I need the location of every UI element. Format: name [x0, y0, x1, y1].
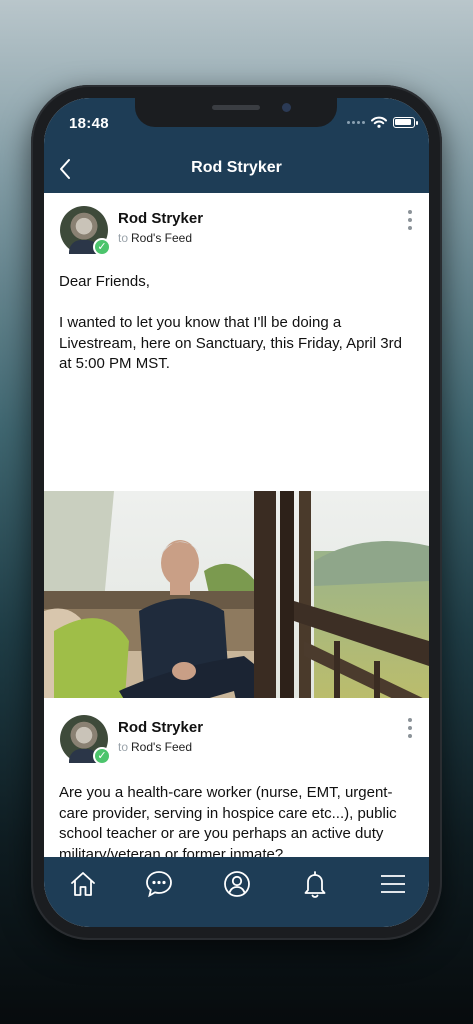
status-time: 18:48 [69, 115, 109, 132]
post-destination: to Rod's Feed [118, 231, 192, 245]
speaker [212, 105, 260, 110]
verified-badge-icon: ✓ [93, 238, 111, 256]
to-label: to [118, 231, 129, 245]
avatar[interactable]: ✓ [60, 715, 111, 765]
nav-messages[interactable] [144, 869, 174, 899]
post-card: ✓ Rod Stryker to Rod's Feed Are you a hea… [44, 698, 429, 857]
nav-menu[interactable] [378, 869, 408, 899]
post-destination: to Rod's Feed [118, 740, 192, 754]
post-text: Dear Friends, I wanted to let you know t… [59, 273, 402, 372]
nav-notifications[interactable] [300, 869, 330, 899]
to-label: to [118, 740, 129, 754]
nav-home[interactable] [68, 869, 98, 899]
feed-link[interactable]: Rod's Feed [131, 740, 192, 754]
status-icons [347, 116, 418, 128]
post-text: Are you a health-care worker (nurse, EMT… [59, 784, 397, 857]
more-options-button[interactable] [405, 210, 415, 230]
feed-link[interactable]: Rod's Feed [131, 231, 192, 245]
bottom-nav [44, 857, 429, 927]
verified-badge-icon: ✓ [93, 747, 111, 765]
chat-icon [146, 871, 172, 898]
notch [135, 98, 337, 127]
profile-icon [224, 871, 250, 897]
nav-profile[interactable] [222, 869, 252, 899]
wifi-icon [371, 116, 387, 128]
signal-icon [347, 120, 365, 124]
more-options-button[interactable] [405, 718, 415, 738]
app-screen: 18:48 Rod Stryker ✓ Rod Stryker to Rod's… [44, 98, 429, 927]
top-bar: 18:48 Rod Stryker [44, 98, 429, 193]
post-card: ✓ Rod Stryker to Rod's Feed Dear Friends,… [44, 193, 429, 785]
bell-icon [304, 871, 326, 898]
phone-frame: 18:48 Rod Stryker ✓ Rod Stryker to Rod's… [31, 85, 442, 940]
battery-icon [393, 116, 418, 128]
home-icon [71, 872, 95, 896]
menu-icon [381, 875, 405, 893]
avatar[interactable]: ✓ [60, 206, 111, 256]
camera [282, 103, 291, 112]
post-author[interactable]: Rod Stryker [118, 210, 203, 227]
post-author[interactable]: Rod Stryker [118, 719, 203, 736]
page-title: Rod Stryker [191, 159, 282, 176]
feed[interactable]: ✓ Rod Stryker to Rod's Feed Dear Friends,… [44, 193, 429, 857]
